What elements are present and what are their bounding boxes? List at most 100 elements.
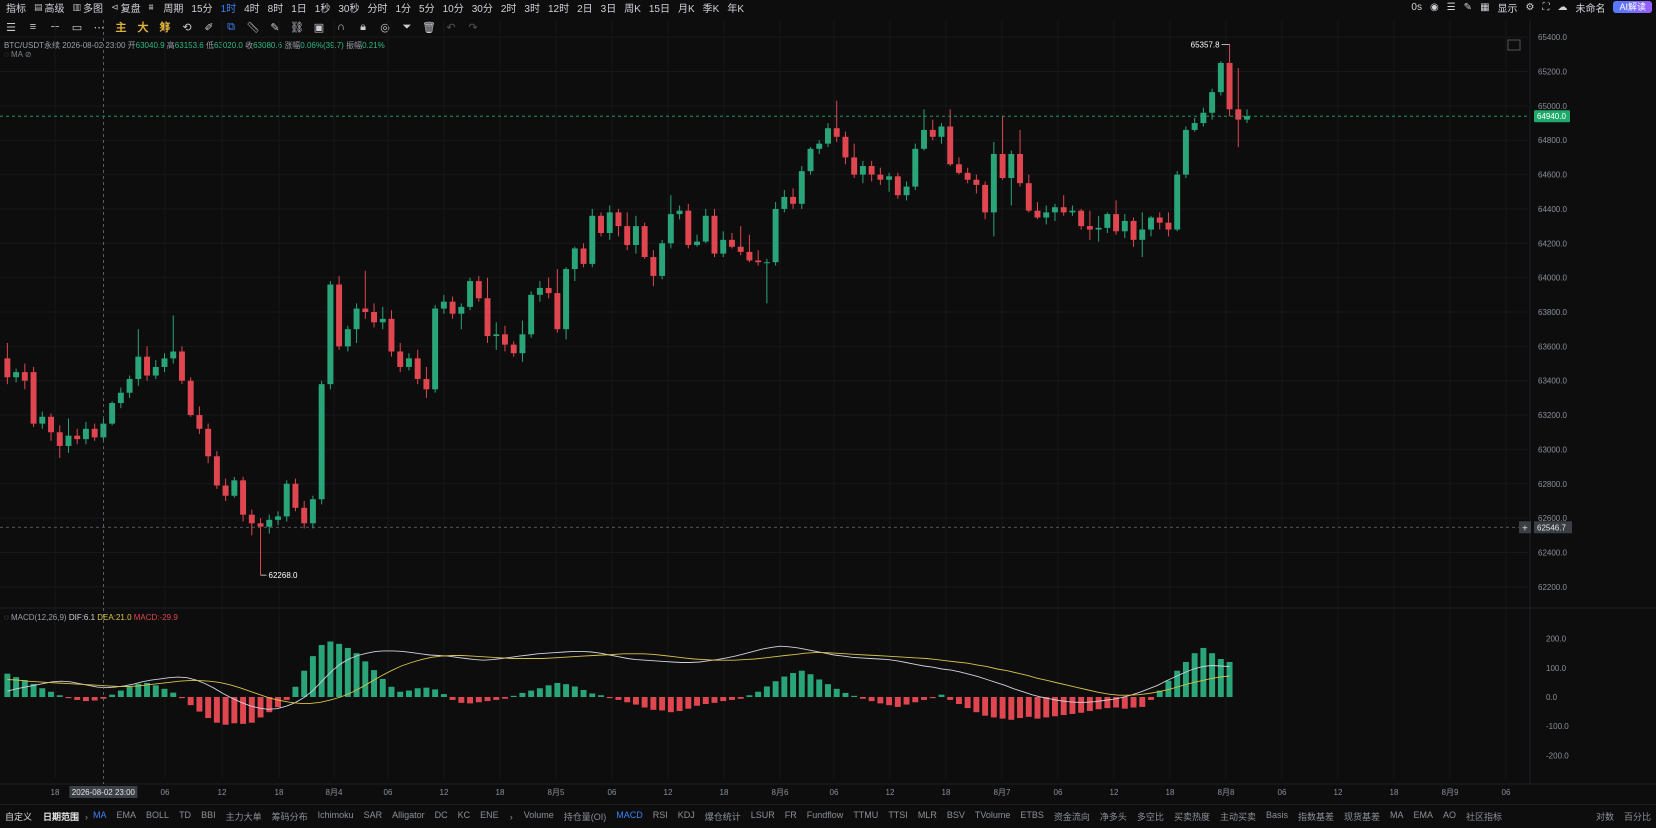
macd-bar [886, 697, 893, 706]
indicator-tab[interactable]: AO [1438, 810, 1461, 823]
indicator-tab[interactable]: 对数 [1591, 810, 1619, 823]
indicator-tab[interactable]: 多空比 [1132, 810, 1169, 823]
macd-bar [947, 697, 954, 700]
macd-bar [528, 690, 535, 697]
indicator-tab[interactable]: 指数基差 [1293, 810, 1339, 823]
macd-legend[interactable]: ◌ MACD(12,26,9) DIF:6.1 DEA:21.0 MACD:-2… [4, 613, 178, 622]
indicator-tab[interactable]: Basis [1261, 810, 1293, 823]
indicator-tab[interactable]: MACD [611, 810, 648, 823]
macd-bar [170, 692, 177, 697]
candle-body [1078, 210, 1085, 227]
indicator-tab[interactable]: BBI [196, 810, 221, 823]
candle-body [851, 157, 858, 175]
macd-bar [493, 697, 500, 700]
indicator-tab[interactable]: 社区指标 [1461, 810, 1507, 823]
macd-bar [606, 697, 613, 699]
indicator-tab[interactable]: MA [1385, 810, 1409, 823]
macd-bar [1182, 661, 1189, 697]
time-tick: 12 [218, 788, 227, 797]
candle-body [903, 186, 910, 196]
time-tick: 18 [275, 788, 284, 797]
indicator-tab[interactable]: TD [174, 810, 196, 823]
indicator-tab[interactable]: ENE [475, 810, 504, 823]
candle-body [973, 179, 980, 185]
macd-bar [964, 697, 971, 709]
indicator-tab[interactable]: 爆仓统计 [700, 810, 746, 823]
indicator-tab[interactable]: 买卖热度 [1169, 810, 1215, 823]
price-chart[interactable]: 65400.0 65200.0 65000.0 64800.0 64600.0 64400… [0, 0, 1656, 804]
candle-body [266, 519, 273, 527]
indicator-tab[interactable]: 筹码分布 [267, 810, 313, 823]
indicator-tab[interactable]: MLR [913, 810, 942, 823]
indicator-tab[interactable]: BSV [942, 810, 970, 823]
indicator-tab[interactable]: 持仓量(OI) [559, 810, 612, 823]
candle-body [493, 334, 500, 337]
price-tick: 62200.0 [1538, 583, 1567, 592]
macd-bar [292, 686, 299, 697]
custom-button[interactable]: 自定义 [0, 810, 37, 823]
chevron-right-icon[interactable]: › [504, 812, 519, 822]
candle-body [615, 212, 622, 227]
macd-bar [990, 697, 997, 718]
indicator-tab[interactable]: Fundflow [802, 810, 849, 823]
indicator-tab[interactable]: 主动买卖 [1215, 810, 1261, 823]
price-tick: 63400.0 [1538, 377, 1567, 386]
macd-bar [929, 697, 936, 699]
indicator-tab[interactable]: TTSI [883, 810, 913, 823]
macd-bar [231, 697, 238, 724]
candle-body [109, 403, 116, 424]
indicator-tab[interactable]: LSUR [746, 810, 780, 823]
candle-body [563, 269, 570, 330]
indicator-tab[interactable]: TVolume [970, 810, 1016, 823]
macd-bar [432, 689, 439, 697]
candle-body [1008, 153, 1015, 179]
macd-tick: 0.0 [1546, 693, 1558, 702]
indicator-tab[interactable]: TTMU [848, 810, 883, 823]
candle-body [1025, 183, 1032, 211]
price-tick: 64400.0 [1538, 205, 1567, 214]
macd-bar [825, 684, 831, 697]
date-range-button[interactable]: 日期范围 [37, 810, 85, 823]
indicator-tab[interactable]: Ichimoku [313, 810, 359, 823]
indicator-tab[interactable]: Volume [519, 810, 559, 823]
indicator-tab[interactable]: 主力大单 [221, 810, 267, 823]
macd-bar [283, 697, 290, 700]
indicator-tab[interactable]: 净多头 [1095, 810, 1132, 823]
indicator-tab[interactable]: 资金流向 [1049, 810, 1095, 823]
candle-body [440, 301, 447, 309]
indicator-tab[interactable]: MA [88, 810, 112, 823]
indicator-tab[interactable]: KC [453, 810, 476, 823]
macd-bar [1130, 697, 1137, 708]
candle-body [737, 246, 744, 252]
candle-body [449, 301, 456, 314]
indicator-tab[interactable]: 现货基差 [1339, 810, 1385, 823]
macd-bar [746, 695, 753, 697]
macd-name: MACD(12,26,9) [11, 613, 67, 622]
candle-body [1182, 129, 1189, 175]
indicator-tab[interactable]: KDJ [673, 810, 700, 823]
indicator-tab[interactable]: RSI [648, 810, 673, 823]
candle-body [798, 171, 805, 204]
indicator-tab[interactable]: Alligator [387, 810, 430, 823]
candle-body [213, 456, 220, 486]
indicator-tab[interactable]: 百分比 [1619, 810, 1656, 823]
candle-body [309, 499, 316, 524]
indicator-tab[interactable]: DC [430, 810, 453, 823]
candle-body [397, 351, 404, 367]
indicator-tab[interactable]: BOLL [141, 810, 174, 823]
candle-body [65, 435, 72, 446]
candle-body [641, 226, 648, 258]
indicator-tab[interactable]: FR [780, 810, 802, 823]
macd-bar [816, 679, 823, 697]
macd-settings-icon[interactable]: ◌ [4, 613, 9, 622]
indicator-tab[interactable]: ETBS [1015, 810, 1049, 823]
candle-body [344, 329, 351, 347]
indicator-tab[interactable]: EMA [112, 810, 142, 823]
indicator-tab[interactable]: EMA [1409, 810, 1439, 823]
macd-bar [877, 697, 884, 704]
candle-body [257, 523, 264, 527]
indicator-tab[interactable]: SAR [359, 810, 388, 823]
candle-body [135, 356, 142, 379]
macd-bar [467, 697, 474, 704]
macd-bar [667, 697, 674, 713]
